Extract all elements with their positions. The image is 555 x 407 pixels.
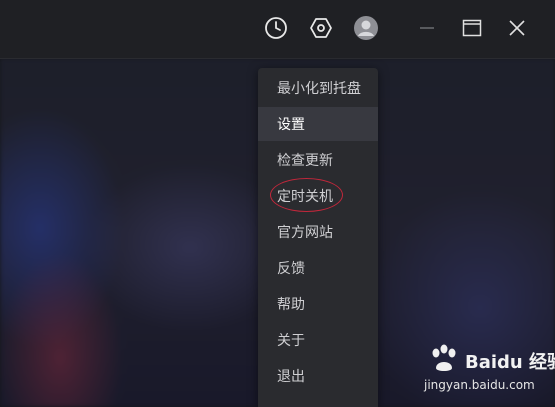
watermark-title: Baidu 经验 [465, 352, 555, 373]
title-bar [0, 0, 555, 59]
close-button[interactable] [504, 15, 530, 41]
account-button[interactable] [353, 15, 379, 41]
maximize-button[interactable] [459, 15, 485, 41]
timer-button[interactable] [263, 15, 289, 41]
watermark-url: jingyan.baidu.com [424, 378, 535, 392]
settings-button[interactable] [308, 15, 334, 41]
menu-item-check-updates[interactable]: 检查更新 [258, 143, 378, 177]
menu-item-settings[interactable]: 设置 [258, 107, 378, 141]
paw-logo-icon [432, 344, 456, 371]
menu-item-label: 关于 [277, 333, 305, 349]
user-avatar-icon [354, 16, 378, 40]
menu-item-official-website[interactable]: 官方网站 [258, 215, 378, 249]
menu-item-label: 检查更新 [277, 153, 333, 169]
menu-item-label: 官方网站 [277, 225, 333, 241]
minimize-button[interactable] [414, 15, 440, 41]
menu-item-label: 最小化到托盘 [277, 81, 361, 97]
maximize-icon [462, 19, 482, 37]
dropdown-menu: 最小化到托盘 设置 检查更新 定时关机 官方网站 反馈 帮助 关于 退出 [258, 68, 378, 407]
minimize-icon [420, 27, 434, 29]
menu-item-label: 设置 [277, 117, 305, 133]
menu-item-label: 退出 [277, 369, 305, 385]
menu-item-exit[interactable]: 退出 [258, 359, 378, 393]
menu-item-label: 帮助 [277, 297, 305, 313]
close-icon [509, 20, 525, 36]
hexagon-settings-icon [310, 18, 332, 38]
menu-item-feedback[interactable]: 反馈 [258, 251, 378, 285]
menu-item-about[interactable]: 关于 [258, 323, 378, 357]
menu-item-label: 反馈 [277, 261, 305, 277]
menu-item-minimize-to-tray[interactable]: 最小化到托盘 [258, 71, 378, 105]
highlight-ellipse-annotation [270, 178, 343, 212]
menu-item-help[interactable]: 帮助 [258, 287, 378, 321]
clock-icon [265, 17, 287, 39]
baidu-jingyan-watermark: Baidu 经验 jingyan.baidu.com [424, 344, 555, 407]
